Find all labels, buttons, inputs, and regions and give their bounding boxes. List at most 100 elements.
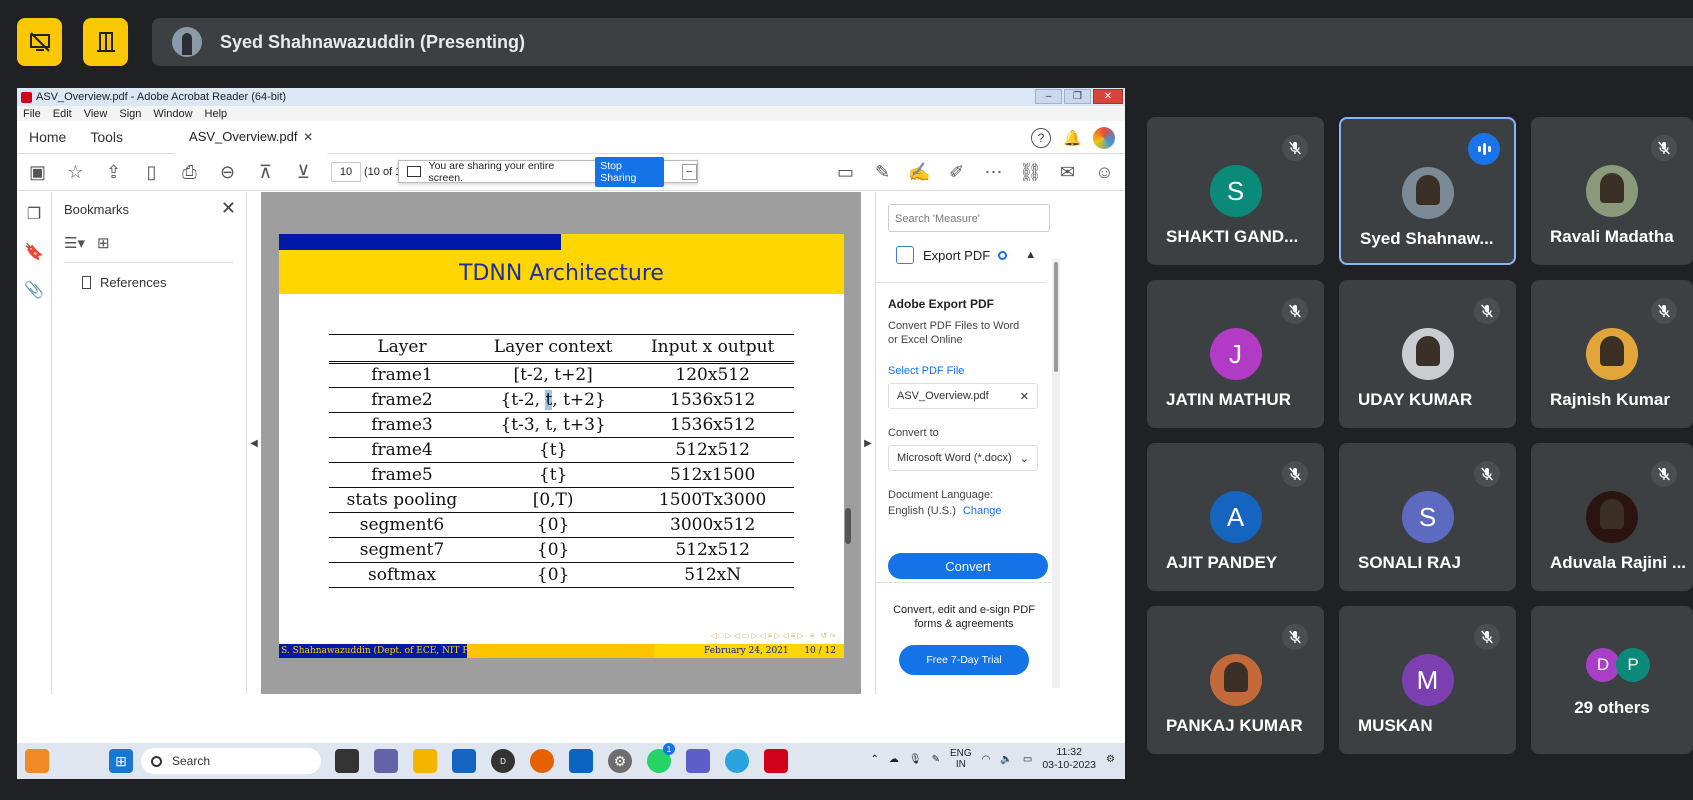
participant-tile[interactable]: Aduvala Rajini ... (1531, 443, 1693, 591)
microphone-icon[interactable]: 🎙 (909, 754, 922, 765)
link-icon[interactable]: ⛓ (1019, 162, 1042, 183)
selected-file-field[interactable]: ASV_Overview.pdf ✕ (888, 383, 1038, 409)
settings-icon[interactable]: ⚙ (608, 749, 632, 773)
star-icon[interactable]: ☆ (65, 162, 86, 183)
wifi-icon[interactable]: ◠ (982, 754, 991, 765)
menu-edit[interactable]: Edit (53, 108, 72, 120)
telegram-icon[interactable] (725, 749, 749, 773)
next-page-icon[interactable]: ⊻ (293, 162, 314, 183)
mail-icon[interactable]: ✉ (1057, 162, 1078, 183)
participant-tile[interactable]: Syed Shahnaw... (1339, 117, 1516, 265)
account-icon[interactable] (1093, 127, 1115, 149)
teams-icon[interactable] (686, 749, 710, 773)
expand-right-icon[interactable]: ▶ (861, 192, 875, 694)
print-icon[interactable]: ⎙ (179, 162, 200, 183)
task-view-icon[interactable] (335, 749, 359, 773)
chevron-up-tray-icon[interactable]: ⌃ (871, 754, 879, 765)
menu-view[interactable]: View (84, 108, 108, 120)
clock[interactable]: 11:32 03-10-2023 (1042, 746, 1096, 772)
new-bookmark-icon[interactable]: ⊞ (97, 234, 110, 252)
pages-icon[interactable]: ❐ (24, 204, 44, 224)
chat-icon[interactable] (374, 749, 398, 773)
participant-tile[interactable]: A AJIT PANDEY (1147, 443, 1324, 591)
menu-window[interactable]: Window (153, 108, 192, 120)
participant-tile[interactable]: PANKAJ KUMAR (1147, 606, 1324, 754)
acrobat-taskbar-icon[interactable] (764, 749, 788, 773)
draw-icon[interactable]: ✍ (908, 162, 930, 183)
mic-off-icon (1282, 461, 1308, 487)
start-icon[interactable]: ⊞ (109, 749, 133, 773)
layout-button[interactable] (83, 18, 128, 66)
menu-file[interactable]: File (23, 108, 41, 120)
participant-tile[interactable]: Ravali Madatha (1531, 117, 1693, 265)
more-icon[interactable]: ⋯ (983, 162, 1004, 183)
document-viewer[interactable]: TDNN Architecture Layer Layer context In… (261, 192, 861, 694)
widgets-icon[interactable] (25, 749, 49, 773)
bookmark-icon[interactable]: 🔖 (24, 242, 44, 262)
add-user-icon[interactable]: ☺ (1094, 162, 1115, 183)
measure-search-input[interactable]: Search 'Measure' (888, 204, 1050, 232)
save-icon[interactable]: ▣ (27, 162, 48, 183)
participant-tile[interactable]: S SHAKTI GAND... (1147, 117, 1324, 265)
upload-icon[interactable]: ⇪ (103, 162, 124, 183)
cloud-icon[interactable]: ☁ (889, 754, 899, 765)
convert-button[interactable]: Convert (888, 553, 1048, 579)
free-trial-button[interactable]: Free 7-Day Trial (899, 645, 1029, 675)
stop-sharing-button[interactable]: Stop Sharing (595, 156, 664, 187)
minimize-window-button[interactable]: – (1035, 89, 1062, 104)
input-language[interactable]: ENG IN (950, 748, 972, 770)
menu-help[interactable]: Help (205, 108, 228, 120)
bell-icon[interactable]: 🔔 (1063, 129, 1082, 147)
viewer-scrollbar[interactable] (845, 508, 851, 544)
change-language-link[interactable]: Change (963, 505, 1002, 517)
page-number-input[interactable]: 10 (331, 162, 361, 182)
taskbar-search[interactable]: Search (141, 748, 321, 774)
tab-home[interactable]: Home (17, 129, 78, 145)
close-tab-icon[interactable]: ✕ (303, 130, 313, 144)
help-icon[interactable]: ? (1031, 128, 1051, 148)
notification-icon[interactable]: ⚙ (1106, 754, 1115, 765)
menu-sign[interactable]: Sign (119, 108, 141, 120)
chevron-up-icon[interactable]: ▲ (1025, 249, 1036, 261)
minimize-notice-button[interactable]: – (681, 163, 697, 180)
store-icon[interactable] (452, 749, 476, 773)
restore-window-button[interactable]: ❐ (1064, 89, 1091, 104)
mic-off-icon (1282, 624, 1308, 650)
export-pdf-header[interactable]: Export PDF ▲ (896, 246, 1125, 274)
participant-tile[interactable]: UDAY KUMAR (1339, 280, 1516, 428)
clear-file-icon[interactable]: ✕ (1020, 390, 1029, 403)
bookmark-item[interactable]: References (82, 275, 246, 290)
participant-tile[interactable]: Rajnish Kumar (1531, 280, 1693, 428)
highlight-icon[interactable]: ✎ (872, 162, 893, 183)
tab-tools[interactable]: Tools (78, 129, 135, 145)
whatsapp-icon[interactable]: 1 (647, 743, 675, 773)
others-tile[interactable]: D P 29 others (1531, 606, 1693, 754)
tab-document[interactable]: ASV_Overview.pdf ✕ (175, 120, 328, 154)
close-bookmarks-icon[interactable]: ✕ (221, 198, 236, 219)
comment-icon[interactable]: ▭ (835, 162, 856, 183)
dell-icon[interactable]: D (491, 749, 515, 773)
participant-initial: S (1226, 175, 1245, 206)
battery-icon[interactable]: ▭ (1023, 754, 1032, 765)
pen-icon[interactable]: ✎ (932, 754, 940, 765)
close-window-button[interactable]: ✕ (1093, 89, 1123, 104)
table-cell: softmax (329, 562, 475, 588)
tools-pane-scrollbar[interactable] (1052, 258, 1060, 688)
collapse-left-icon[interactable]: ◀ (247, 192, 261, 694)
firefox-icon[interactable] (530, 749, 554, 773)
edit-text-icon[interactable]: ✐ (946, 162, 967, 183)
select-file-label[interactable]: Select PDF File (888, 365, 1046, 377)
volume-icon[interactable]: 🔈 (1000, 754, 1012, 765)
convert-to-select[interactable]: Microsoft Word (*.docx) ⌄ (888, 445, 1038, 471)
file-explorer-icon[interactable] (413, 749, 437, 773)
hide-presentation-button[interactable] (17, 18, 62, 66)
file-icon[interactable]: ▯ (141, 162, 162, 183)
participant-tile[interactable]: J JATIN MATHUR (1147, 280, 1324, 428)
participant-tile[interactable]: S SONALI RAJ (1339, 443, 1516, 591)
mail-app-icon[interactable] (569, 749, 593, 773)
attachment-icon[interactable]: 📎 (24, 280, 44, 300)
participant-tile[interactable]: M MUSKAN (1339, 606, 1516, 754)
zoom-out-icon[interactable]: ⊖ (217, 162, 238, 183)
bookmark-options-icon[interactable]: ☰▾ (64, 234, 85, 252)
prev-page-icon[interactable]: ⊼ (255, 162, 276, 183)
